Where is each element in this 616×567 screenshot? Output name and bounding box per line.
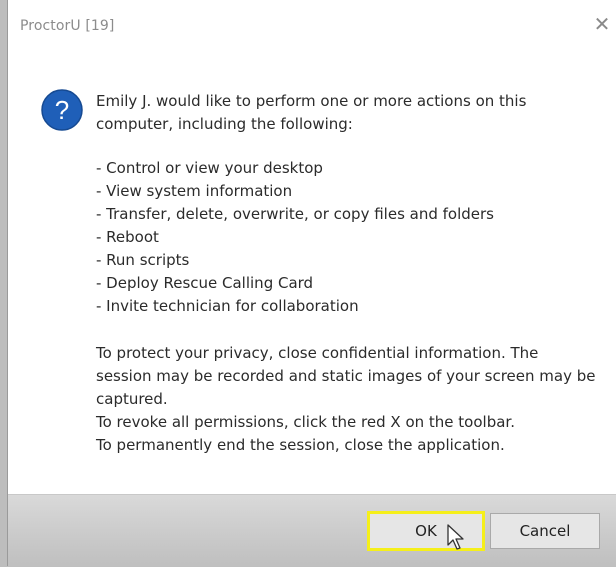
- list-item: - Control or view your desktop: [96, 159, 323, 177]
- list-item: - Transfer, delete, overwrite, or copy f…: [96, 205, 494, 223]
- privacy-text: To protect your privacy, close confident…: [96, 344, 596, 408]
- list-item: - Reboot: [96, 228, 159, 246]
- svg-text:?: ?: [55, 95, 69, 125]
- end-session-text: To permanently end the session, close th…: [96, 436, 505, 454]
- button-bar: OK Cancel: [8, 494, 616, 567]
- list-item: - Invite technician for collaboration: [96, 297, 359, 315]
- actions-list: - Control or view your desktop - View sy…: [96, 157, 494, 318]
- list-item: - Deploy Rescue Calling Card: [96, 274, 314, 292]
- permission-dialog: ProctorU [19] ✕ ? Emily J. would like to…: [8, 0, 616, 567]
- revoke-text: To revoke all permissions, click the red…: [96, 413, 515, 431]
- ok-button[interactable]: OK: [367, 511, 485, 551]
- question-icon: ?: [41, 89, 83, 131]
- cancel-button[interactable]: Cancel: [490, 513, 600, 549]
- window-title: ProctorU [19]: [20, 18, 115, 34]
- intro-text: Emily J. would like to perform one or mo…: [96, 92, 527, 133]
- close-icon[interactable]: ✕: [592, 14, 612, 34]
- list-item: - Run scripts: [96, 251, 190, 269]
- list-item: - View system information: [96, 182, 293, 200]
